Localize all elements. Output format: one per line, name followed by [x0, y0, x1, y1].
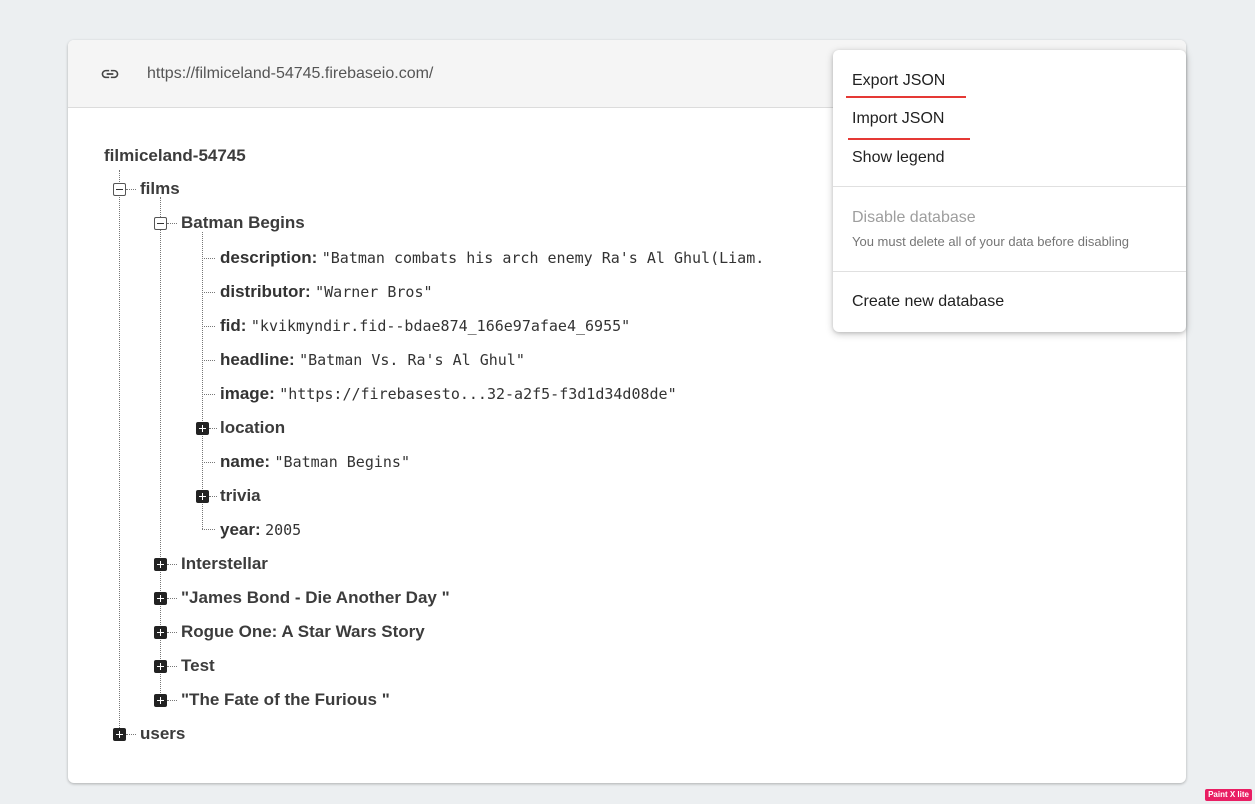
tree-branch [202, 394, 215, 395]
field-value: 2005 [265, 521, 302, 539]
tree-branch [202, 360, 215, 361]
collapse-films-icon[interactable] [113, 183, 126, 196]
menu-divider [833, 186, 1186, 187]
field-value: "https://firebasesto...32-a2f5-f3d1d34d0… [279, 385, 677, 403]
field-value: "Batman Vs. Ra's Al Ghul" [299, 351, 525, 369]
field-key: description: [220, 248, 318, 267]
menu-item-show-legend[interactable]: Show legend [852, 148, 945, 168]
tree-branch [209, 428, 217, 429]
field-year[interactable]: year: 2005 [220, 518, 301, 542]
field-value: "kvikmyndir.fid--bdae874_166e97afae4_695… [250, 317, 631, 335]
tree-guide-films [160, 197, 161, 699]
node-test[interactable]: Test [181, 654, 215, 678]
disable-database-hint: You must delete all of your data before … [852, 234, 1130, 249]
expand-test-icon[interactable] [154, 660, 167, 673]
field-key: distributor: [220, 282, 311, 301]
node-films[interactable]: films [140, 177, 180, 201]
tree-guide-batman [202, 232, 203, 529]
field-key: name: [220, 452, 271, 471]
node-users[interactable]: users [140, 722, 185, 746]
expand-users-icon[interactable] [113, 728, 126, 741]
field-fid[interactable]: fid: "kvikmyndir.fid--bdae874_166e97afae… [220, 314, 630, 338]
node-rogue-one[interactable]: Rogue One: A Star Wars Story [181, 620, 425, 644]
field-description[interactable]: description: "Batman combats his arch en… [220, 246, 764, 270]
tree-branch [202, 292, 215, 293]
expand-james-bond-icon[interactable] [154, 592, 167, 605]
menu-item-create-new-database[interactable]: Create new database [852, 292, 1004, 312]
expand-location-icon[interactable] [196, 422, 209, 435]
expand-trivia-icon[interactable] [196, 490, 209, 503]
field-headline[interactable]: headline: "Batman Vs. Ra's Al Ghul" [220, 348, 525, 372]
field-key: year: [220, 520, 261, 539]
tree-branch [167, 564, 177, 565]
node-location[interactable]: location [220, 416, 285, 440]
node-location-label: location [220, 418, 286, 437]
field-key: headline: [220, 350, 295, 369]
tree-branch [167, 223, 177, 224]
field-value: "Batman Begins" [274, 453, 410, 471]
tree-branch [167, 632, 177, 633]
node-film-label: Interstellar [181, 554, 268, 573]
tree-branch [202, 258, 215, 259]
node-trivia[interactable]: trivia [220, 484, 261, 508]
tree-branch [202, 462, 215, 463]
tree-guide-root [119, 170, 120, 732]
tree-branch [126, 189, 136, 190]
field-name[interactable]: name: "Batman Begins" [220, 450, 410, 474]
export-underline [846, 96, 966, 98]
menu-item-import-json[interactable]: Import JSON [852, 109, 944, 129]
node-users-label: users [140, 724, 186, 743]
tree-branch [209, 496, 217, 497]
node-film-label: Test [181, 656, 215, 675]
field-value: "Batman combats his arch enemy Ra's Al G… [321, 249, 765, 267]
node-batman-label: Batman Begins [181, 213, 305, 232]
import-underline [848, 138, 970, 140]
paint-x-lite-watermark: Paint X lite [1205, 789, 1252, 801]
expand-interstellar-icon[interactable] [154, 558, 167, 571]
node-film-label: Rogue One: A Star Wars Story [181, 622, 425, 641]
menu-divider [833, 271, 1186, 272]
field-image[interactable]: image: "https://firebasesto...32-a2f5-f3… [220, 382, 677, 406]
node-james-bond[interactable]: "James Bond - Die Another Day " [181, 586, 450, 610]
node-batman-begins[interactable]: Batman Begins [181, 211, 305, 235]
tree-branch [202, 326, 215, 327]
node-film-label: "James Bond - Die Another Day " [181, 588, 450, 607]
menu-item-export-json[interactable]: Export JSON [852, 71, 945, 91]
expand-rogue-one-icon[interactable] [154, 626, 167, 639]
field-key: fid: [220, 316, 247, 335]
tree-branch [167, 666, 177, 667]
node-interstellar[interactable]: Interstellar [181, 552, 268, 576]
tree-branch [202, 529, 215, 530]
field-distributor[interactable]: distributor: "Warner Bros" [220, 280, 433, 304]
node-films-label: films [140, 179, 180, 198]
tree-branch [167, 598, 177, 599]
expand-fate-furious-icon[interactable] [154, 694, 167, 707]
tree-branch [167, 700, 177, 701]
menu-item-disable-database: Disable database [852, 209, 976, 226]
tree-root-node[interactable]: filmiceland-54745 [104, 146, 246, 166]
field-key: image: [220, 384, 275, 403]
tree-branch [126, 734, 136, 735]
field-value: "Warner Bros" [315, 283, 433, 301]
node-fate-furious[interactable]: "The Fate of the Furious " [181, 688, 390, 712]
node-trivia-label: trivia [220, 486, 261, 505]
collapse-batman-icon[interactable] [154, 217, 167, 230]
overflow-menu: Export JSON Import JSON Show legend Disa… [833, 50, 1186, 332]
node-film-label: "The Fate of the Furious " [181, 690, 390, 709]
